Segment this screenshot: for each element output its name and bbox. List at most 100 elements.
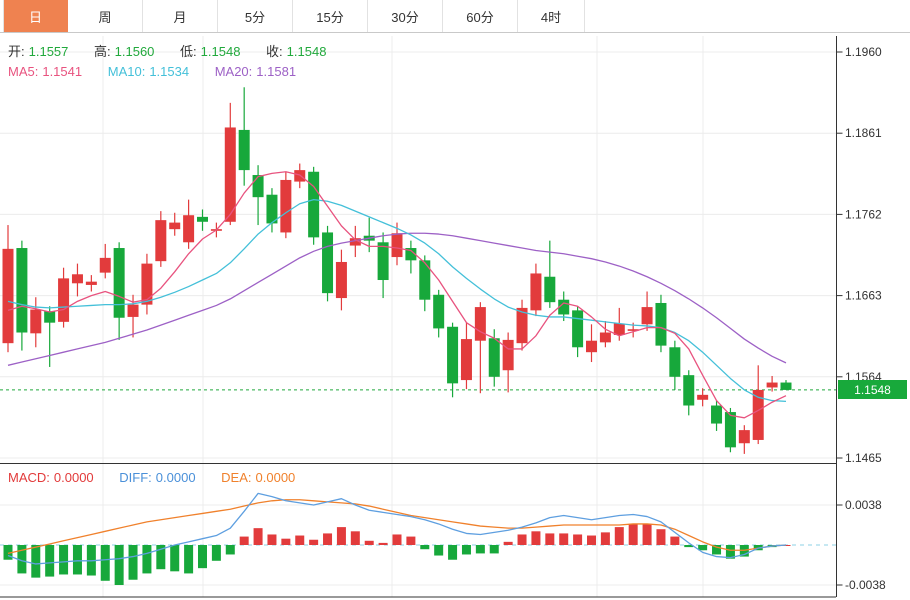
- macd-bar: [615, 527, 624, 545]
- candle-body: [308, 172, 319, 238]
- macd-bar: [351, 531, 360, 545]
- candle-body: [30, 310, 41, 334]
- candle-body: [683, 375, 694, 405]
- macd-bar: [59, 545, 68, 574]
- macd-bar: [212, 545, 221, 561]
- trading-chart-app: 日周月5分15分30分60分4时 1.19601.18611.17621.166…: [0, 0, 910, 600]
- ma5-label: MA5:: [8, 64, 38, 79]
- high-label: 高:: [94, 44, 111, 59]
- macd-bar: [531, 531, 540, 545]
- diff-line: [8, 493, 786, 564]
- macd-bar: [629, 524, 638, 545]
- macd-bar: [518, 534, 527, 545]
- candle-body: [767, 383, 778, 388]
- macd-bar: [31, 545, 40, 578]
- candle-body: [614, 323, 625, 334]
- candle-body: [697, 395, 708, 400]
- candle-body: [197, 217, 208, 222]
- candle-body: [392, 233, 403, 257]
- open-label: 开:: [8, 44, 25, 59]
- macd-bar: [420, 545, 429, 549]
- ohlc-readout: 开:1.1557 高:1.1560 低:1.1548 收:1.1548: [8, 41, 330, 60]
- macd-axis-label: -0.0038: [845, 578, 886, 592]
- candle-body: [100, 258, 111, 273]
- candlestick-chart[interactable]: 1.19601.18611.17621.16631.15641.14650.00…: [0, 0, 910, 600]
- macd-bar: [379, 543, 388, 545]
- macd-bar: [295, 536, 304, 545]
- macd-value: 0.0000: [54, 470, 94, 485]
- macd-bar: [393, 534, 402, 545]
- open-value: 1.1557: [29, 44, 69, 59]
- candle-body: [169, 223, 180, 230]
- macd-bar: [448, 545, 457, 560]
- candle-body: [461, 339, 472, 380]
- macd-bar: [281, 539, 290, 545]
- macd-bar: [115, 545, 124, 585]
- candle-body: [3, 249, 14, 343]
- high-value: 1.1560: [115, 44, 155, 59]
- candle-body: [128, 305, 139, 317]
- candle-body: [141, 264, 152, 305]
- candle-body: [322, 232, 333, 293]
- price-axis-label: 1.1960: [845, 45, 882, 59]
- candle-body: [655, 303, 666, 346]
- macd-label: MACD:: [8, 470, 50, 485]
- dea-line: [8, 500, 786, 554]
- macd-readout: MACD:0.0000 DIFF:0.0000 DEA:0.0000: [8, 470, 299, 485]
- macd-bar: [198, 545, 207, 568]
- candle-body: [669, 347, 680, 377]
- candle-body: [475, 307, 486, 341]
- close-label: 收:: [266, 44, 283, 59]
- macd-bar: [267, 534, 276, 545]
- macd-bar: [643, 524, 652, 545]
- candle-body: [642, 307, 653, 324]
- ma5-line: [8, 172, 786, 418]
- price-axis-label: 1.1465: [845, 451, 882, 465]
- macd-bar: [504, 542, 513, 545]
- macd-bar: [573, 534, 582, 545]
- candle-body: [503, 340, 514, 370]
- ma20-label: MA20:: [215, 64, 253, 79]
- candle-body: [378, 242, 389, 280]
- ma10-label: MA10:: [108, 64, 146, 79]
- candle-body: [600, 333, 611, 343]
- candle-body: [419, 260, 430, 299]
- candle-body: [711, 406, 722, 424]
- low-label: 低:: [180, 44, 197, 59]
- ma-readout: MA5:1.1541 MA10:1.1534 MA20:1.1581: [8, 64, 300, 79]
- macd-bar: [184, 545, 193, 573]
- macd-bar: [587, 536, 596, 545]
- candle-body: [572, 310, 583, 347]
- candle-body: [489, 338, 500, 377]
- dea-value: 0.0000: [256, 470, 296, 485]
- candle-body: [72, 274, 83, 283]
- diff-label: DIFF:: [119, 470, 152, 485]
- macd-bar: [559, 533, 568, 545]
- macd-axis-label: 0.0038: [845, 498, 882, 512]
- macd-bar: [101, 545, 110, 581]
- macd-bar: [545, 533, 554, 545]
- candle-body: [155, 220, 166, 261]
- close-value: 1.1548: [287, 44, 327, 59]
- macd-bar: [45, 545, 54, 577]
- candle-body: [183, 215, 194, 242]
- ma5-value: 1.1541: [42, 64, 82, 79]
- macd-bar: [73, 545, 82, 574]
- price-axis-label: 1.1762: [845, 207, 882, 221]
- candle-body: [781, 383, 792, 390]
- candle-body: [739, 430, 750, 443]
- macd-bar: [476, 545, 485, 553]
- macd-bar: [309, 540, 318, 545]
- candle-body: [58, 278, 69, 321]
- macd-bar: [406, 537, 415, 545]
- candle-body: [114, 248, 125, 318]
- macd-bar: [254, 528, 263, 545]
- candle-body: [544, 277, 555, 302]
- macd-bar: [601, 532, 610, 545]
- macd-bar: [365, 541, 374, 545]
- macd-bar: [337, 527, 346, 545]
- candle-body: [239, 130, 250, 170]
- macd-bar: [226, 545, 235, 554]
- dea-label: DEA:: [221, 470, 251, 485]
- ma20-value: 1.1581: [256, 64, 296, 79]
